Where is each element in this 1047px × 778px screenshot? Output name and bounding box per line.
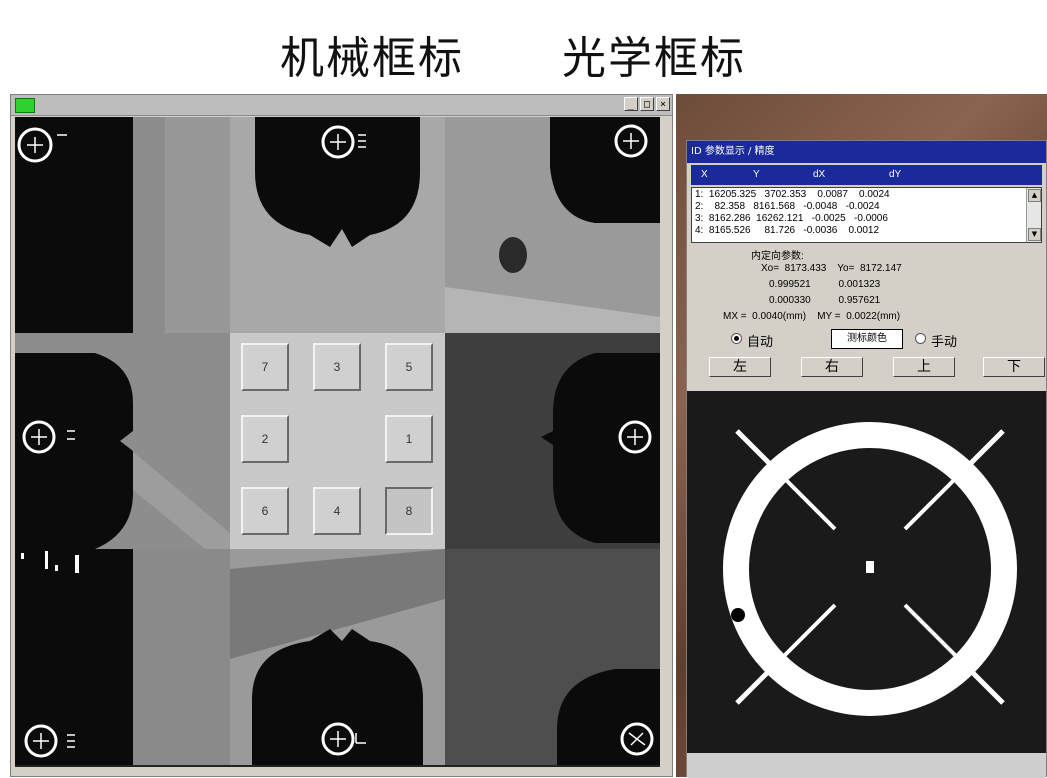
interior-orientation-params: 内定向参数: Xo= 8173.433 Yo= 8172.147 0.99952…: [687, 245, 1046, 325]
minimize-button[interactable]: _: [624, 97, 638, 111]
fiducial-key-6[interactable]: 6: [241, 487, 289, 535]
manual-label[interactable]: 手动: [931, 331, 957, 350]
residual-list-header: X Y dX dY: [691, 165, 1042, 185]
fiducial-key-7[interactable]: 7: [241, 343, 289, 391]
fiducial-tile-middle-left[interactable]: [15, 333, 230, 549]
mode-row: 自动 测标颜色 手动: [687, 329, 1046, 351]
fiducial-tile-top-center[interactable]: [230, 117, 445, 333]
window-titlebar: _ □ ×: [11, 95, 672, 116]
params-title: 内定向参数:: [751, 251, 804, 262]
residual-list[interactable]: 1: 16205.325 3702.353 0.0087 0.0024 2: 8…: [691, 187, 1042, 243]
auto-label[interactable]: 自动: [747, 331, 773, 350]
column-header-dx[interactable]: dX: [813, 169, 825, 180]
params-line: MX = 0.0040(mm) MY = 0.0022(mm): [723, 311, 901, 322]
move-up-button[interactable]: 上: [893, 357, 955, 377]
fiducial-key-5[interactable]: 5: [385, 343, 433, 391]
column-header-x[interactable]: X: [701, 169, 708, 180]
fiducial-tile-bottom-left[interactable]: [15, 549, 230, 765]
list-item[interactable]: 4: 8165.526 81.726 -0.0036 0.0012: [695, 225, 879, 236]
params-line: 0.999521 0.001323: [769, 279, 881, 290]
optical-fiducial-window: ID 参数显示 / 精度 X Y dX dY 1: 16205.325 3702…: [686, 140, 1047, 778]
params-line: Xo= 8173.433 Yo= 8172.147: [761, 263, 902, 274]
fiducial-key-3[interactable]: 3: [313, 343, 361, 391]
list-item[interactable]: 3: 8162.286 16262.121 -0.0025 -0.0006: [695, 213, 888, 224]
maximize-button[interactable]: □: [640, 97, 654, 111]
direction-buttons: 左 右 上 下: [687, 357, 1046, 379]
scroll-up-icon[interactable]: ▲: [1028, 189, 1041, 202]
move-down-button[interactable]: 下: [983, 357, 1045, 377]
manual-radio[interactable]: [915, 333, 926, 344]
mechanical-fiducial-window: _ □ × 7 3 5 2 1 6 4 8: [10, 94, 673, 777]
fiducial-tile-top-right[interactable]: [445, 117, 660, 333]
status-strip: [687, 753, 1046, 778]
move-right-button[interactable]: 右: [801, 357, 863, 377]
list-scrollbar[interactable]: ▲ ▼: [1026, 188, 1041, 242]
window-titlebar: ID 参数显示 / 精度: [687, 141, 1046, 163]
fiducial-key-1[interactable]: 1: [385, 415, 433, 463]
fiducial-key-2[interactable]: 2: [241, 415, 289, 463]
optical-fiducial-title: 光学框标: [562, 33, 746, 84]
params-line: 0.000330 0.957621: [769, 295, 881, 306]
column-header-y[interactable]: Y: [753, 169, 760, 180]
fiducial-tile-bottom-center[interactable]: [230, 549, 445, 765]
list-item[interactable]: 1: 16205.325 3702.353 0.0087 0.0024: [695, 189, 890, 200]
optical-fiducial-ring-icon: [723, 422, 1017, 716]
mechanical-fiducial-title: 机械框标: [280, 33, 464, 84]
fiducial-tile-bottom-right[interactable]: [445, 549, 660, 765]
column-header-dy[interactable]: dY: [889, 169, 901, 180]
move-left-button[interactable]: 左: [709, 357, 771, 377]
scroll-down-icon[interactable]: ▼: [1028, 228, 1041, 241]
mark-color-button[interactable]: 测标颜色: [831, 329, 903, 349]
fiducial-key-8[interactable]: 8: [385, 487, 433, 535]
list-item[interactable]: 2: 82.358 8161.568 -0.0048 -0.0024: [695, 201, 880, 212]
fiducial-selector-keypad: 7 3 5 2 1 6 4 8: [230, 333, 445, 549]
app-icon: [15, 98, 35, 113]
fiducial-mosaic: 7 3 5 2 1 6 4 8: [15, 117, 660, 767]
close-button[interactable]: ×: [656, 97, 670, 111]
optical-fiducial-preview[interactable]: [687, 391, 1046, 753]
auto-radio[interactable]: [731, 333, 742, 344]
fiducial-key-4[interactable]: 4: [313, 487, 361, 535]
fiducial-tile-top-left[interactable]: [15, 117, 230, 333]
fiducial-tile-middle-right[interactable]: [445, 333, 660, 549]
